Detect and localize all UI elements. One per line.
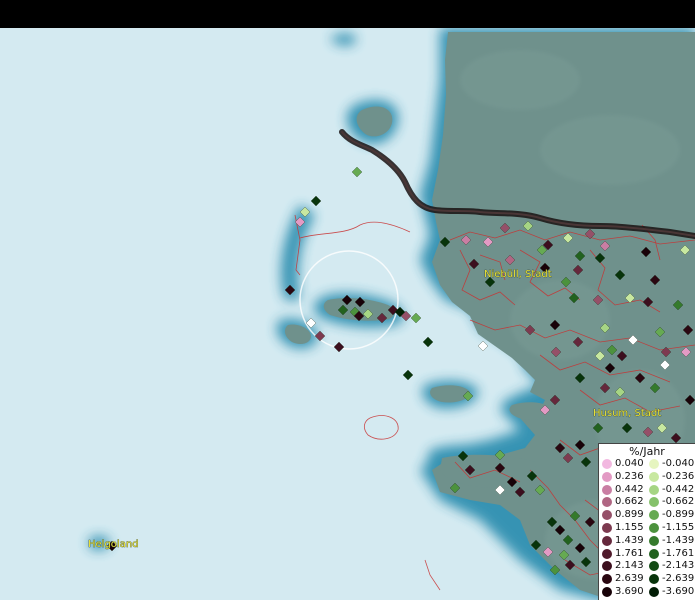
legend-label: 0.662 (615, 496, 644, 508)
legend-swatch (602, 523, 612, 533)
legend-swatch (649, 548, 659, 559)
place-label-husum: Husum, Stadt (593, 408, 661, 419)
legend-label: -0.040 (662, 458, 695, 469)
legend-swatch (649, 497, 659, 508)
legend-label: 1.761 (615, 547, 644, 559)
legend-title: %/Jahr (629, 445, 665, 458)
legend-swatch (649, 510, 659, 521)
legend-swatch (602, 471, 612, 482)
legend-label: 0.040 (615, 458, 644, 469)
legend-label: 0.236 (615, 470, 644, 482)
legend-swatch (602, 561, 612, 572)
legend-label: -0.899 (662, 509, 695, 521)
legend-label: -3.690 (662, 586, 695, 597)
legend-swatch (649, 561, 659, 572)
top-bar (0, 0, 695, 28)
map-view[interactable]: Niebüll, Stadt Husum, Stadt Helgoland (0, 28, 695, 600)
legend-swatch (649, 459, 659, 469)
legend-label: 0.899 (615, 509, 644, 521)
legend-swatch (602, 484, 612, 495)
place-label-helgoland: Helgoland (88, 539, 139, 550)
legend-label: -1.761 (662, 547, 695, 559)
legend-label: -1.439 (662, 534, 695, 546)
legend-swatch (649, 587, 659, 597)
legend-label: -0.442 (662, 483, 695, 495)
legend-label: -0.236 (662, 470, 695, 482)
place-label-niebuell: Niebüll, Stadt (484, 269, 552, 280)
legend: %/Jahr 0.040 0.236 0.442 0.662 0.899 1.155 1.4… (598, 443, 695, 600)
legend-label: 2.143 (615, 560, 644, 572)
legend-label: -2.639 (662, 573, 695, 585)
legend-label: 1.155 (615, 522, 644, 533)
legend-swatch (602, 459, 612, 469)
legend-label: -0.662 (662, 496, 695, 508)
legend-label: 0.442 (615, 483, 644, 495)
legend-swatch (602, 574, 612, 585)
legend-label: 1.439 (615, 534, 644, 546)
legend-swatch (649, 535, 659, 546)
legend-swatch (649, 471, 659, 482)
legend-label: 2.639 (615, 573, 644, 585)
legend-swatch (649, 574, 659, 585)
legend-swatch (602, 535, 612, 546)
legend-label: 3.690 (615, 586, 644, 597)
legend-swatch (602, 548, 612, 559)
legend-swatch (602, 497, 612, 508)
legend-label: -1.155 (662, 522, 695, 533)
legend-swatch (649, 523, 659, 533)
legend-swatch (602, 587, 612, 597)
legend-swatch (602, 510, 612, 521)
legend-label: -2.143 (662, 560, 695, 572)
legend-swatch (649, 484, 659, 495)
